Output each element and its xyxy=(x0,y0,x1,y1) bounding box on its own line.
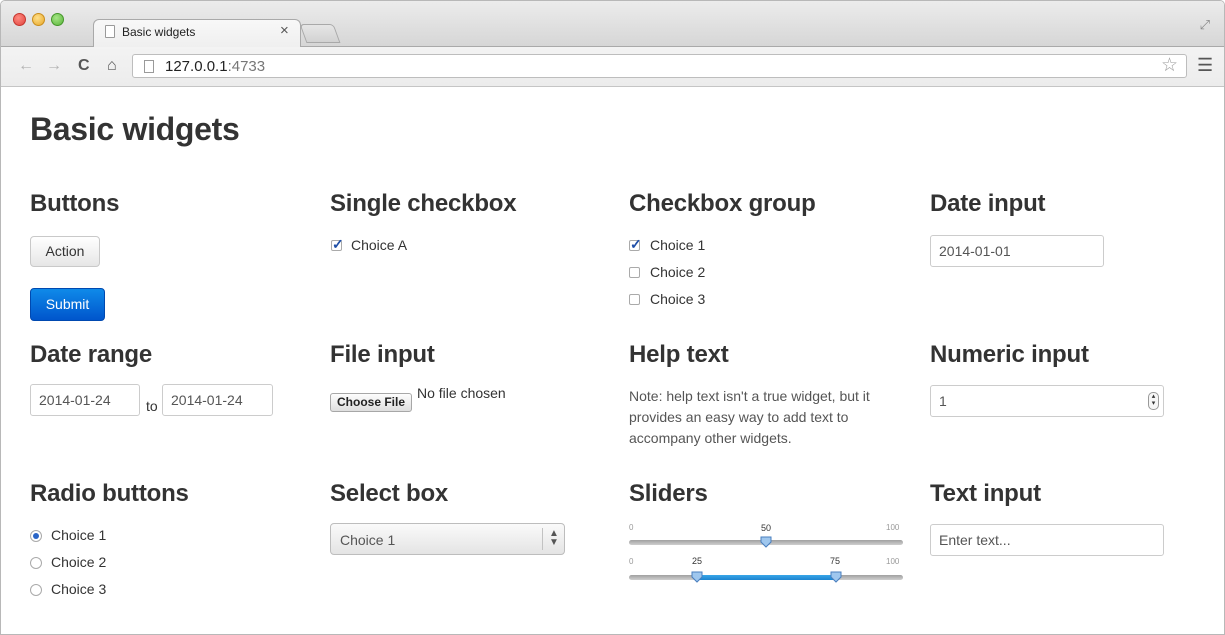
slider2-low-label: 25 xyxy=(692,556,703,566)
action-button[interactable]: Action xyxy=(30,236,100,267)
number-stepper-icon[interactable]: ▴ ▾ xyxy=(1148,392,1159,410)
text-input-heading: Text input xyxy=(930,480,1041,507)
choice-a-label: Choice A xyxy=(351,237,408,253)
page-title: Basic widgets xyxy=(30,111,240,147)
slider1-min-label: 0 xyxy=(629,523,634,532)
checkbox-group-heading: Checkbox group xyxy=(629,190,816,217)
back-arrow-icon[interactable]: ← xyxy=(18,56,34,76)
slider2-min-label: 0 xyxy=(629,557,634,566)
radio-choice-1-label: Choice 1 xyxy=(51,527,107,543)
submit-button[interactable]: Submit xyxy=(30,288,105,321)
slider1-handle[interactable] xyxy=(760,536,772,548)
close-window-icon[interactable] xyxy=(13,13,26,26)
checkbox-choice-2-label: Choice 2 xyxy=(650,264,706,280)
check-icon: ✓ xyxy=(332,236,344,252)
checkbox-choice-1[interactable]: ✓ xyxy=(629,236,642,252)
tab-bar: Basic widgets × ⤢ xyxy=(1,1,1224,47)
sliders-heading: Sliders xyxy=(629,480,708,507)
date-range-end-field[interactable] xyxy=(162,384,273,416)
slider1-value-label: 50 xyxy=(761,523,772,533)
minimize-window-icon[interactable] xyxy=(32,13,45,26)
date-range-heading: Date range xyxy=(30,341,153,368)
help-text-line-3: accompany other widgets. xyxy=(629,430,792,446)
menu-icon[interactable]: ☰ xyxy=(1197,55,1213,76)
date-range-separator: to xyxy=(146,398,158,414)
browser-window: Basic widgets × ⤢ ← → C ⌂ 127.0.0.1:4733… xyxy=(0,0,1225,635)
radio-buttons-heading: Radio buttons xyxy=(30,480,189,507)
slider2-high-handle[interactable] xyxy=(830,571,842,583)
radio-choice-1[interactable] xyxy=(30,530,42,542)
address-bar[interactable] xyxy=(132,54,1187,78)
bookmark-star-icon[interactable]: ☆ xyxy=(1161,54,1178,77)
browser-toolbar: ← → C ⌂ 127.0.0.1:4733 ☆ ☰ xyxy=(1,47,1224,87)
page-icon xyxy=(144,60,154,73)
forward-arrow-icon[interactable]: → xyxy=(46,56,62,76)
page-content: Basic widgets Buttons Action Submit Sing… xyxy=(1,87,1224,634)
url-text[interactable]: 127.0.0.1:4733 xyxy=(165,58,265,75)
file-input-heading: File input xyxy=(330,341,435,368)
checkbox-choice-1-label: Choice 1 xyxy=(650,237,706,253)
file-status-text: No file chosen xyxy=(417,385,506,401)
reload-icon[interactable]: C xyxy=(78,56,90,76)
checkbox-choice-3-label: Choice 3 xyxy=(650,291,706,307)
numeric-input-field[interactable] xyxy=(930,385,1164,417)
select-box-heading: Select box xyxy=(330,480,449,507)
help-text-line-1: Note: help text isn't a true widget, but… xyxy=(629,388,870,404)
date-input-heading: Date input xyxy=(930,190,1046,217)
single-checkbox-heading: Single checkbox xyxy=(330,190,517,217)
new-tab-button[interactable] xyxy=(299,24,341,43)
slider1-max-label: 100 xyxy=(886,523,900,532)
select-box[interactable]: Choice 1 ▲ ▼ xyxy=(330,523,565,555)
check-icon: ✓ xyxy=(630,236,642,252)
select-value: Choice 1 xyxy=(340,532,396,548)
radio-choice-2-label: Choice 2 xyxy=(51,554,107,570)
select-arrows-icon: ▲ ▼ xyxy=(549,528,559,548)
url-host: 127.0.0.1 xyxy=(165,58,228,75)
choose-file-button[interactable]: Choose File xyxy=(330,393,413,412)
tab-close-icon[interactable]: × xyxy=(280,23,289,39)
slider2-high-label: 75 xyxy=(830,556,841,566)
page-icon xyxy=(105,25,115,38)
buttons-heading: Buttons xyxy=(30,190,120,217)
text-input-field[interactable] xyxy=(930,524,1164,556)
date-range-start-field[interactable] xyxy=(30,384,140,416)
date-input-field[interactable] xyxy=(930,235,1104,267)
radio-choice-2[interactable] xyxy=(30,557,42,569)
numeric-input-heading: Numeric input xyxy=(930,341,1089,368)
home-icon[interactable]: ⌂ xyxy=(107,56,117,76)
slider2-range-fill xyxy=(697,575,836,580)
radio-choice-3-label: Choice 3 xyxy=(51,581,107,597)
help-text-heading: Help text xyxy=(629,341,729,368)
url-port: :4733 xyxy=(227,58,266,75)
select-divider xyxy=(542,528,543,550)
slider2-low-handle[interactable] xyxy=(691,571,703,583)
zoom-window-icon[interactable] xyxy=(51,13,64,26)
slider2-max-label: 100 xyxy=(886,557,900,566)
radio-choice-3[interactable] xyxy=(30,584,42,596)
checkbox-choice-2[interactable] xyxy=(629,267,640,278)
choice-a-checkbox[interactable]: ✓ xyxy=(331,236,344,252)
fullscreen-icon[interactable]: ⤢ xyxy=(1200,17,1210,33)
checkbox-choice-3[interactable] xyxy=(629,294,640,305)
help-text-line-2: provides an easy way to add text to xyxy=(629,409,849,425)
tab-title[interactable]: Basic widgets xyxy=(122,25,195,39)
